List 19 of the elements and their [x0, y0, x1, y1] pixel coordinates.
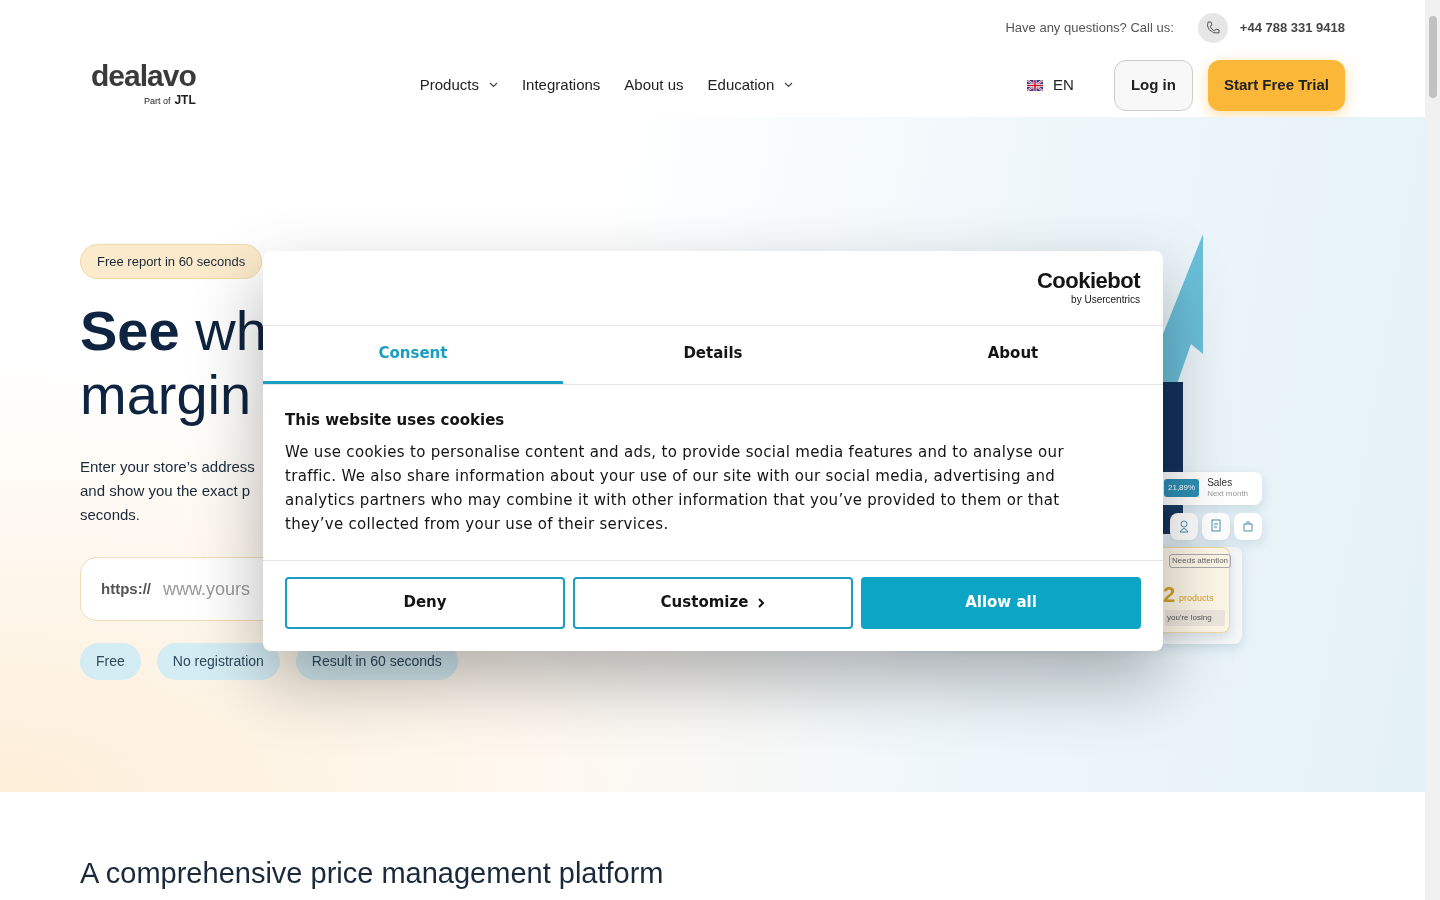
logo-brand: JTL [174, 92, 196, 110]
products-label: products [1179, 591, 1214, 605]
attention-label: Needs attention [1169, 553, 1232, 568]
product-count: 2 [1163, 580, 1176, 609]
section-heading: A comprehensive price management platform [79, 855, 665, 891]
hero-description: Enter your store’s address and show you the exact p seconds. [80, 457, 255, 525]
dialog-title: This website uses cookies [285, 410, 506, 431]
logo-tagline: Part of [143, 95, 171, 109]
feature-tag: No registration [156, 643, 280, 680]
report-badge: Free report in 60 seconds [80, 243, 263, 279]
cookiebot-logo: Cookiebot [1036, 269, 1140, 292]
cookiebot-tagline: by Usercentrics [1070, 292, 1140, 307]
contact-question: Have any questions? Call us: [1005, 19, 1174, 38]
change-badge: 21,89% [1164, 479, 1200, 497]
losing-label: you're losing [1165, 609, 1225, 626]
dialog-text: We use cookies to personalise content and ads, to provide social media features and to analyse our traffic. We also share information about your use of our site with our social media, advertising and analytics partners who may combine it with other information that you’ve provided to them or that they’ve collected from your use of their services. [285, 441, 1065, 535]
feature-tag: Free [80, 643, 141, 680]
sales-label: Sales [1207, 476, 1234, 488]
sales-sublabel: Next month [1207, 487, 1249, 500]
